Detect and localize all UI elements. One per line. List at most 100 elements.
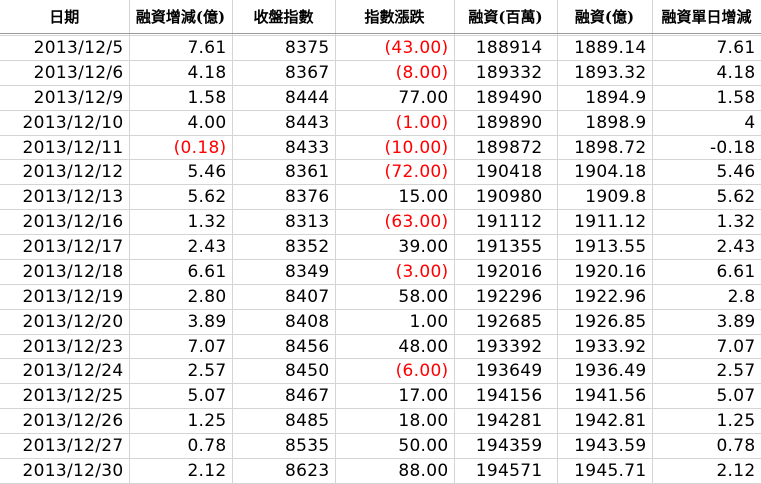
cell-close-index[interactable]: 8456 <box>232 334 336 360</box>
cell-margin-balance-million[interactable]: 193392 <box>454 334 558 360</box>
cell-margin-daily-change[interactable]: 5.46 <box>652 159 761 186</box>
cell-date[interactable]: 2013/12/6 <box>0 60 130 86</box>
cell-margin-balance-yi[interactable]: 1909.8 <box>557 184 653 211</box>
cell-index-change[interactable]: 48.00 <box>335 334 455 360</box>
cell-date[interactable]: 2013/12/25 <box>0 383 130 410</box>
cell-date[interactable]: 2013/12/18 <box>0 259 130 285</box>
cell-margin-balance-yi[interactable]: 1898.72 <box>557 135 653 161</box>
cell-index-change[interactable]: (63.00) <box>335 209 455 236</box>
cell-index-change[interactable]: 50.00 <box>335 433 455 459</box>
cell-margin-balance-million[interactable]: 194156 <box>454 383 558 410</box>
cell-margin-daily-change[interactable]: 2.12 <box>652 458 761 484</box>
cell-margin-balance-million[interactable]: 192016 <box>454 259 558 285</box>
cell-margin-change-yi[interactable]: 5.46 <box>129 159 233 186</box>
cell-margin-balance-million[interactable]: 194281 <box>454 408 558 435</box>
cell-margin-change-yi[interactable]: 7.61 <box>129 35 233 61</box>
cell-margin-balance-yi[interactable]: 1913.55 <box>557 234 653 260</box>
cell-margin-daily-change[interactable]: 5.62 <box>652 184 761 211</box>
cell-close-index[interactable]: 8376 <box>232 184 336 211</box>
cell-date[interactable]: 2013/12/30 <box>0 458 130 484</box>
cell-margin-change-yi[interactable]: 2.43 <box>129 234 233 260</box>
cell-margin-change-yi[interactable]: 6.61 <box>129 259 233 285</box>
cell-margin-balance-million[interactable]: 188914 <box>454 35 558 61</box>
cell-close-index[interactable]: 8443 <box>232 110 336 136</box>
header-margin-balance-million[interactable]: 融資(百萬) <box>454 0 558 34</box>
cell-margin-change-yi[interactable]: 2.57 <box>129 358 233 385</box>
cell-close-index[interactable]: 8349 <box>232 259 336 285</box>
cell-margin-change-yi[interactable]: 1.25 <box>129 408 233 435</box>
cell-margin-change-yi[interactable]: 7.07 <box>129 334 233 360</box>
cell-margin-daily-change[interactable]: 6.61 <box>652 259 761 285</box>
cell-margin-change-yi[interactable]: 4.18 <box>129 60 233 86</box>
cell-margin-balance-yi[interactable]: 1933.92 <box>557 334 653 360</box>
cell-margin-balance-yi[interactable]: 1926.85 <box>557 309 653 335</box>
cell-date[interactable]: 2013/12/27 <box>0 433 130 459</box>
cell-margin-daily-change[interactable]: 2.8 <box>652 284 761 310</box>
cell-margin-daily-change[interactable]: 4 <box>652 110 761 136</box>
cell-margin-balance-yi[interactable]: 1922.96 <box>557 284 653 310</box>
cell-date[interactable]: 2013/12/9 <box>0 85 130 111</box>
cell-close-index[interactable]: 8444 <box>232 85 336 111</box>
cell-margin-balance-yi[interactable]: 1893.32 <box>557 60 653 86</box>
cell-index-change[interactable]: (6.00) <box>335 358 455 385</box>
cell-margin-daily-change[interactable]: 3.89 <box>652 309 761 335</box>
cell-margin-daily-change[interactable]: 1.58 <box>652 85 761 111</box>
cell-margin-balance-million[interactable]: 192685 <box>454 309 558 335</box>
cell-margin-balance-million[interactable]: 189890 <box>454 110 558 136</box>
cell-margin-balance-yi[interactable]: 1904.18 <box>557 159 653 186</box>
cell-index-change[interactable]: 77.00 <box>335 85 455 111</box>
cell-date[interactable]: 2013/12/26 <box>0 408 130 435</box>
cell-margin-balance-yi[interactable]: 1898.9 <box>557 110 653 136</box>
cell-margin-change-yi[interactable]: 5.07 <box>129 383 233 410</box>
cell-margin-balance-million[interactable]: 190418 <box>454 159 558 186</box>
cell-margin-balance-million[interactable]: 191112 <box>454 209 558 236</box>
cell-index-change[interactable]: 15.00 <box>335 184 455 211</box>
cell-margin-balance-yi[interactable]: 1936.49 <box>557 358 653 385</box>
cell-close-index[interactable]: 8375 <box>232 35 336 61</box>
cell-close-index[interactable]: 8407 <box>232 284 336 310</box>
cell-margin-balance-yi[interactable]: 1920.16 <box>557 259 653 285</box>
cell-close-index[interactable]: 8352 <box>232 234 336 260</box>
cell-margin-balance-million[interactable]: 192296 <box>454 284 558 310</box>
header-margin-balance-yi[interactable]: 融資(億) <box>557 0 653 34</box>
cell-margin-balance-million[interactable]: 189872 <box>454 135 558 161</box>
cell-date[interactable]: 2013/12/23 <box>0 334 130 360</box>
cell-index-change[interactable]: (43.00) <box>335 35 455 61</box>
cell-index-change[interactable]: (3.00) <box>335 259 455 285</box>
cell-margin-balance-million[interactable]: 191355 <box>454 234 558 260</box>
cell-margin-daily-change[interactable]: 7.07 <box>652 334 761 360</box>
cell-index-change[interactable]: 17.00 <box>335 383 455 410</box>
cell-close-index[interactable]: 8313 <box>232 209 336 236</box>
cell-date[interactable]: 2013/12/5 <box>0 35 130 61</box>
cell-date[interactable]: 2013/12/11 <box>0 135 130 161</box>
cell-date[interactable]: 2013/12/13 <box>0 184 130 211</box>
header-date[interactable]: 日期 <box>0 0 130 34</box>
cell-margin-change-yi[interactable]: (0.18) <box>129 135 233 161</box>
cell-index-change[interactable]: (10.00) <box>335 135 455 161</box>
cell-margin-change-yi[interactable]: 2.80 <box>129 284 233 310</box>
cell-date[interactable]: 2013/12/24 <box>0 358 130 385</box>
header-index-change[interactable]: 指數漲跌 <box>335 0 455 34</box>
cell-margin-balance-million[interactable]: 193649 <box>454 358 558 385</box>
cell-margin-balance-yi[interactable]: 1889.14 <box>557 35 653 61</box>
header-margin-change-yi[interactable]: 融資增減(億) <box>129 0 233 34</box>
cell-index-change[interactable]: 88.00 <box>335 458 455 484</box>
cell-margin-balance-million[interactable]: 189490 <box>454 85 558 111</box>
cell-margin-change-yi[interactable]: 4.00 <box>129 110 233 136</box>
cell-index-change[interactable]: (8.00) <box>335 60 455 86</box>
cell-close-index[interactable]: 8535 <box>232 433 336 459</box>
cell-margin-daily-change[interactable]: 2.57 <box>652 358 761 385</box>
cell-close-index[interactable]: 8361 <box>232 159 336 186</box>
cell-margin-change-yi[interactable]: 5.62 <box>129 184 233 211</box>
cell-index-change[interactable]: 39.00 <box>335 234 455 260</box>
cell-index-change[interactable]: 1.00 <box>335 309 455 335</box>
cell-margin-balance-yi[interactable]: 1945.71 <box>557 458 653 484</box>
cell-margin-balance-yi[interactable]: 1942.81 <box>557 408 653 435</box>
cell-close-index[interactable]: 8433 <box>232 135 336 161</box>
cell-margin-change-yi[interactable]: 1.58 <box>129 85 233 111</box>
cell-close-index[interactable]: 8623 <box>232 458 336 484</box>
cell-margin-balance-yi[interactable]: 1941.56 <box>557 383 653 410</box>
header-margin-daily-change[interactable]: 融資單日增減 <box>652 0 761 34</box>
cell-close-index[interactable]: 8467 <box>232 383 336 410</box>
cell-close-index[interactable]: 8367 <box>232 60 336 86</box>
